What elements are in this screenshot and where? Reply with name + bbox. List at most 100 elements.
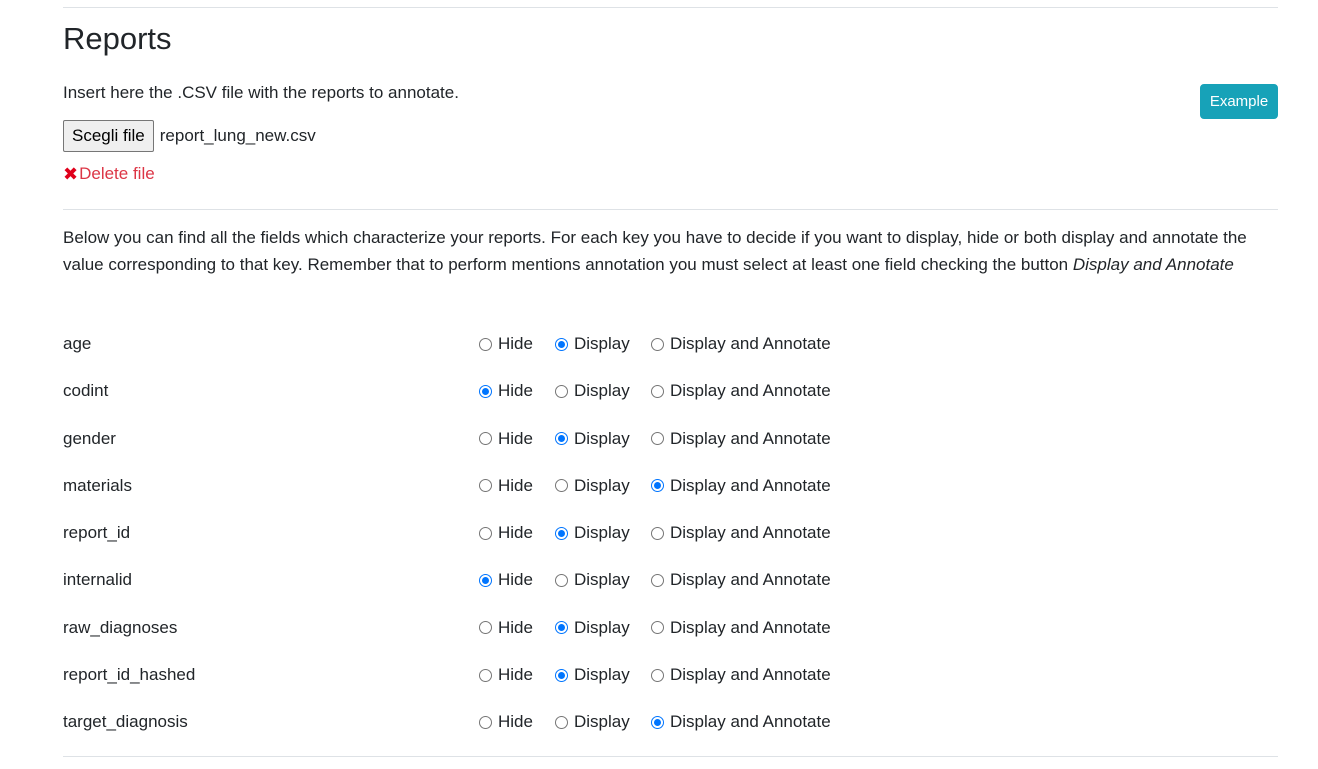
radio-label: Display and Annotate — [670, 381, 831, 401]
upload-instruction: Insert here the .CSV file with the repor… — [63, 83, 459, 102]
radio-option-display[interactable]: Display — [555, 380, 630, 402]
radio-option-display-annotate[interactable]: Display and Annotate — [651, 617, 831, 639]
delete-file-label: Delete file — [79, 164, 155, 183]
field-row-gender: gender Hide Display Display and Annotate — [63, 416, 1278, 463]
radio-button[interactable] — [651, 384, 664, 398]
field-name: report_id_hashed — [63, 665, 196, 685]
radio-button[interactable] — [651, 526, 664, 540]
example-button[interactable]: Example — [1200, 84, 1278, 119]
radio-option-display-annotate[interactable]: Display and Annotate — [651, 380, 831, 402]
radio-button[interactable] — [479, 668, 492, 682]
radio-option-hide[interactable]: Hide — [479, 333, 533, 355]
radio-option-display[interactable]: Display — [555, 569, 630, 591]
field-name: gender — [63, 428, 116, 448]
radio-option-display[interactable]: Display — [555, 428, 630, 450]
radio-option-display-annotate[interactable]: Display and Annotate — [651, 333, 831, 355]
radio-option-hide[interactable]: Hide — [479, 522, 533, 544]
radio-option-display[interactable]: Display — [555, 475, 630, 497]
delete-file-link[interactable]: ✖ Delete file — [63, 163, 155, 185]
radio-button[interactable] — [555, 668, 568, 682]
radio-option-display-annotate[interactable]: Display and Annotate — [651, 664, 831, 686]
radio-button[interactable] — [555, 432, 568, 446]
radio-label: Hide — [498, 381, 533, 401]
selected-file-name: report_lung_new.csv — [159, 126, 316, 145]
radio-option-display-annotate[interactable]: Display and Annotate — [651, 475, 831, 497]
radio-option-hide[interactable]: Hide — [479, 380, 533, 402]
radio-option-display-annotate[interactable]: Display and Annotate — [651, 711, 831, 733]
radio-button[interactable] — [651, 668, 664, 682]
radio-label: Display and Annotate — [670, 523, 831, 543]
radio-button[interactable] — [479, 337, 492, 351]
field-row-age: age Hide Display Display and Annotate — [63, 321, 1278, 368]
field-row-raw_diagnoses: raw_diagnoses Hide Display Display and Anno… — [63, 605, 1278, 652]
field-row-materials: materials Hide Display Display and Annotate — [63, 463, 1278, 510]
radio-option-hide[interactable]: Hide — [479, 664, 533, 686]
field-name: raw_diagnoses — [63, 617, 178, 637]
radio-option-hide[interactable]: Hide — [479, 475, 533, 497]
radio-button[interactable] — [555, 384, 568, 398]
field-name: materials — [63, 475, 132, 495]
radio-label: Hide — [498, 523, 533, 543]
radio-label: Display — [574, 334, 630, 353]
radio-button[interactable] — [651, 715, 664, 729]
radio-button[interactable] — [479, 621, 492, 635]
radio-option-hide[interactable]: Hide — [479, 617, 533, 639]
radio-label: Display — [574, 617, 630, 637]
radio-button[interactable] — [479, 432, 492, 446]
radio-button[interactable] — [479, 526, 492, 540]
radio-label: Hide — [498, 617, 533, 637]
radio-label: Hide — [498, 334, 533, 353]
radio-option-display[interactable]: Display — [555, 522, 630, 544]
radio-label: Hide — [498, 475, 533, 495]
field-row-internalid: internalid Hide Display Display and Annotat… — [63, 557, 1278, 604]
radio-button[interactable] — [651, 621, 664, 635]
radio-label: Display — [574, 381, 630, 401]
radio-button[interactable] — [555, 715, 568, 729]
radio-button[interactable] — [479, 573, 492, 587]
radio-label: Display — [574, 570, 630, 590]
radio-option-hide[interactable]: Hide — [479, 428, 533, 450]
radio-label: Display — [574, 665, 630, 685]
fields-description-text: Below you can find all the fields which … — [63, 228, 1247, 274]
radio-option-display-annotate[interactable]: Display and Annotate — [651, 428, 831, 450]
delete-icon: ✖ — [63, 164, 79, 184]
field-name: internalid — [63, 570, 132, 590]
field-row-codint: codint Hide Display Display and Annotate — [63, 368, 1278, 415]
field-name: age — [63, 334, 92, 353]
radio-label: Hide — [498, 570, 533, 590]
radio-label: Display and Annotate — [670, 570, 831, 590]
radio-button[interactable] — [651, 479, 664, 493]
radio-button[interactable] — [555, 479, 568, 493]
radio-label: Display and Annotate — [670, 665, 831, 685]
radio-label: Hide — [498, 428, 533, 448]
radio-option-display[interactable]: Display — [555, 333, 630, 355]
radio-button[interactable] — [479, 479, 492, 493]
radio-label: Hide — [498, 665, 533, 685]
radio-option-display-annotate[interactable]: Display and Annotate — [651, 522, 831, 544]
radio-button[interactable] — [479, 384, 492, 398]
radio-option-display[interactable]: Display — [555, 711, 630, 733]
radio-button[interactable] — [651, 573, 664, 587]
radio-button[interactable] — [651, 432, 664, 446]
radio-button[interactable] — [555, 621, 568, 635]
field-name: report_id — [63, 523, 131, 543]
radio-label: Display and Annotate — [670, 475, 831, 495]
top-divider — [63, 7, 1278, 8]
middle-divider — [63, 209, 1278, 210]
radio-option-display[interactable]: Display — [555, 664, 630, 686]
radio-option-display-annotate[interactable]: Display and Annotate — [651, 569, 831, 591]
radio-button[interactable] — [555, 337, 568, 351]
radio-option-hide[interactable]: Hide — [479, 569, 533, 591]
radio-button[interactable] — [555, 573, 568, 587]
radio-button[interactable] — [651, 337, 664, 351]
choose-file-button[interactable]: Scegli file — [63, 120, 154, 152]
radio-label: Display and Annotate — [670, 712, 831, 732]
radio-label: Display and Annotate — [670, 617, 831, 637]
radio-option-hide[interactable]: Hide — [479, 711, 533, 733]
radio-button[interactable] — [555, 526, 568, 540]
radio-label: Display — [574, 712, 630, 732]
radio-button[interactable] — [479, 715, 492, 729]
radio-option-display[interactable]: Display — [555, 617, 630, 639]
fields-list: age Hide Display Display and Annotate codint… — [63, 321, 1278, 747]
field-row-report_id: report_id Hide Display Display and Annotate — [63, 510, 1278, 557]
